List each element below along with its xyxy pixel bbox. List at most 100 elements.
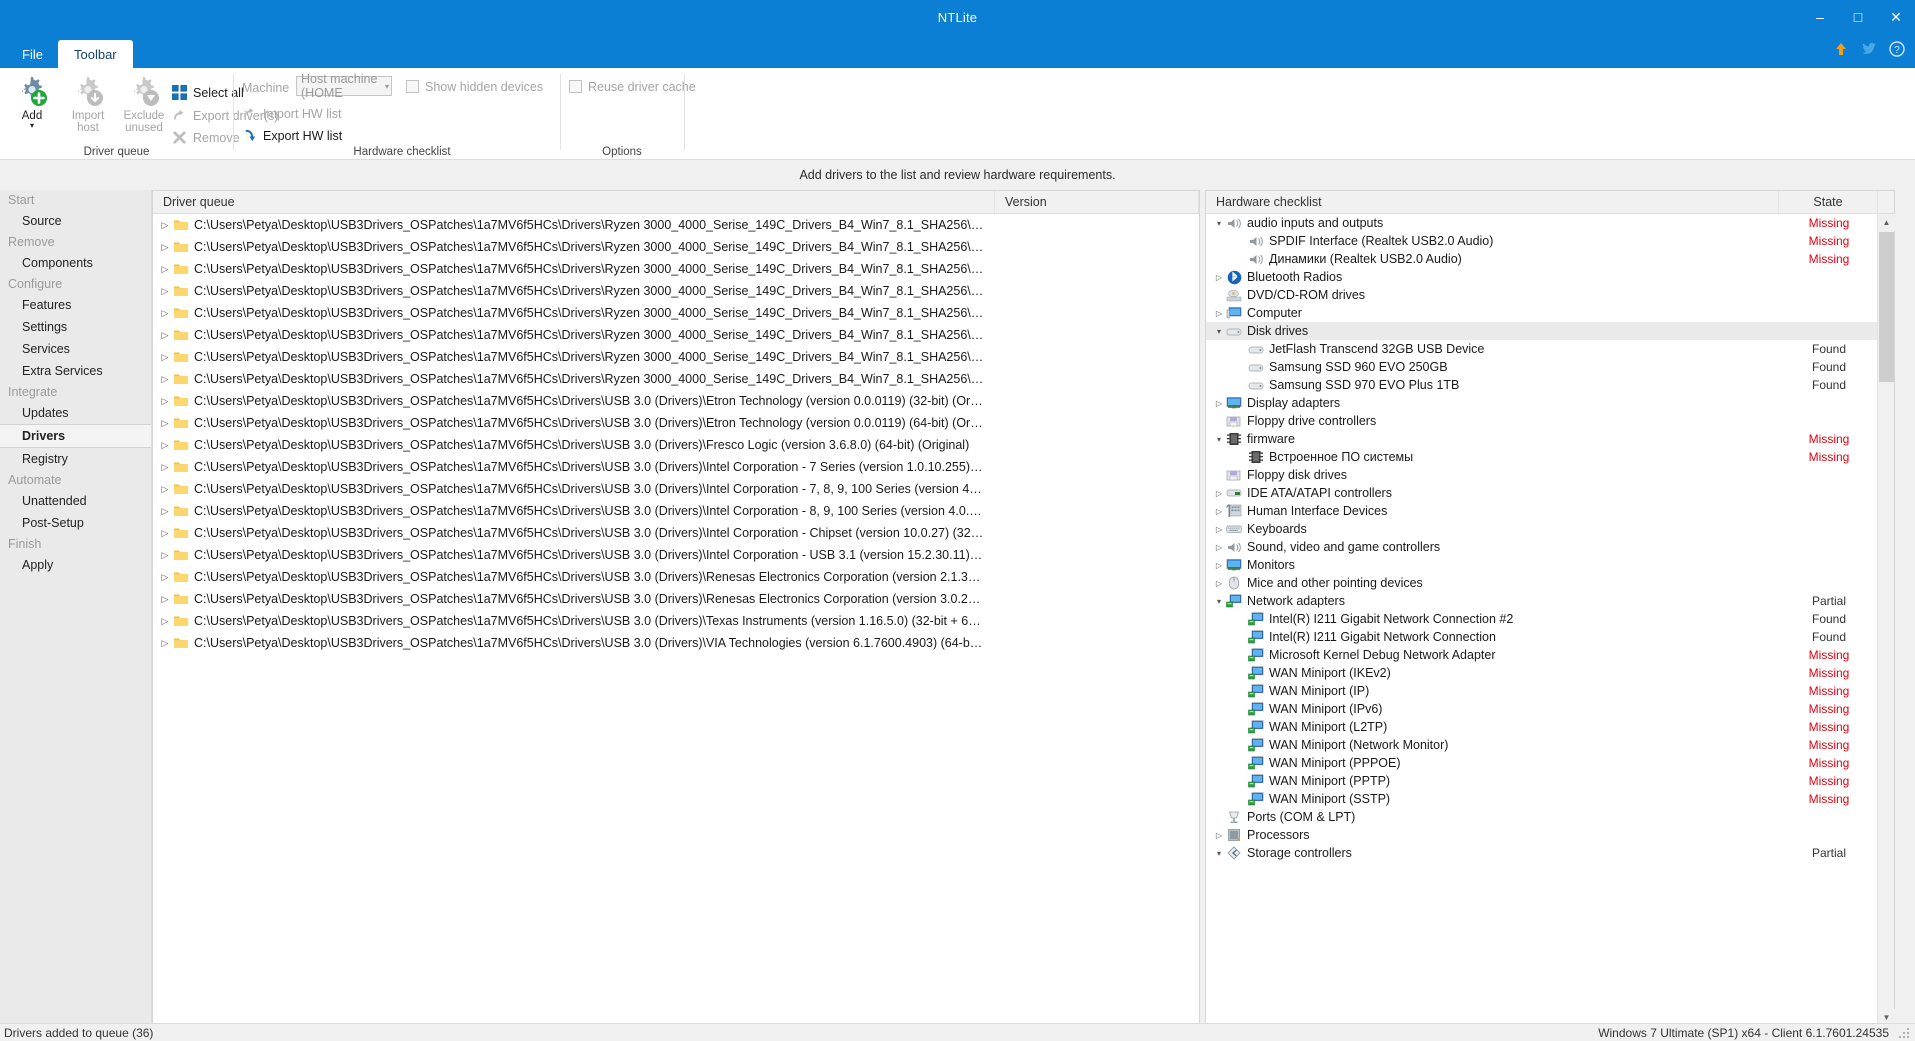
machine-combobox[interactable]: Host machine (HOME ▾ [296, 72, 392, 100]
expand-arrow-icon[interactable]: ▷ [157, 418, 173, 429]
hardware-row[interactable]: ▷ Computer [1206, 304, 1877, 322]
driver-queue-row[interactable]: ▷ C:\Users\Petya\Desktop\USB3Drivers_OSPa… [153, 566, 1199, 588]
driver-queue-row[interactable]: ▷ C:\Users\Petya\Desktop\USB3Drivers_OSPa… [153, 588, 1199, 610]
expand-arrow-icon[interactable]: ▷ [157, 220, 173, 231]
expand-arrow-icon[interactable]: ▷ [1212, 831, 1226, 840]
hardware-row[interactable]: ▷Intel(R) I211 Gigabit Network Connectio… [1206, 610, 1877, 628]
driver-queue-row[interactable]: ▷ C:\Users\Petya\Desktop\USB3Drivers_OSPa… [153, 544, 1199, 566]
expand-arrow-icon[interactable]: ▷ [157, 638, 173, 649]
hardware-row[interactable]: ▷ Mice and other pointing devices [1206, 574, 1877, 592]
expand-arrow-icon[interactable]: ▷ [1212, 579, 1226, 588]
hardware-row[interactable]: ▷JetFlash Transcend 32GB USB DeviceFound [1206, 340, 1877, 358]
hardware-row[interactable]: ▷WAN Miniport (Network Monitor)Missing [1206, 736, 1877, 754]
hardware-row[interactable]: ▾ Storage controllers Partial [1206, 844, 1877, 862]
minimize-button[interactable]: – [1801, 0, 1839, 34]
hardware-row[interactable]: ▷Динамики (Realtek USB2.0 Audio)Missing [1206, 250, 1877, 268]
hardware-row[interactable]: ▷ Human Interface Devices [1206, 502, 1877, 520]
hardware-row[interactable]: ▷Samsung SSD 960 EVO 250GBFound [1206, 358, 1877, 376]
hardware-row[interactable]: ▷ Sound, video and game controllers [1206, 538, 1877, 556]
expand-arrow-icon[interactable]: ▷ [157, 242, 173, 253]
sidebar-item-updates[interactable]: Updates [0, 402, 151, 424]
expand-arrow-icon[interactable]: ▷ [1212, 507, 1226, 516]
driver-queue-row[interactable]: ▷ C:\Users\Petya\Desktop\USB3Drivers_OSPa… [153, 522, 1199, 544]
expand-arrow-icon[interactable]: ▷ [1212, 561, 1226, 570]
hardware-scrollbar[interactable]: ▲ ▼ [1877, 214, 1895, 1026]
driver-queue-row[interactable]: ▷ C:\Users\Petya\Desktop\USB3Drivers_OSPa… [153, 500, 1199, 522]
driver-queue-row[interactable]: ▷ C:\Users\Petya\Desktop\USB3Drivers_OSPa… [153, 610, 1199, 632]
expand-arrow-icon[interactable]: ▷ [157, 528, 173, 539]
expand-arrow-icon[interactable]: ▷ [157, 572, 173, 583]
hardware-row[interactable]: ▷Ports (COM & LPT) [1206, 808, 1877, 826]
expand-arrow-icon[interactable]: ▷ [157, 550, 173, 561]
expand-arrow-icon[interactable]: ▷ [157, 484, 173, 495]
sidebar-item-services[interactable]: Services [0, 338, 151, 360]
column-hardware-checklist[interactable]: Hardware checklist [1206, 190, 1779, 214]
expand-arrow-icon[interactable]: ▷ [1212, 525, 1226, 534]
expand-arrow-icon[interactable]: ▷ [157, 506, 173, 517]
help-icon[interactable]: ? [1889, 41, 1905, 57]
collapse-arrow-icon[interactable]: ▾ [1212, 327, 1226, 336]
sidebar-item-post-setup[interactable]: Post-Setup [0, 512, 151, 534]
export-hw-list-button[interactable]: Export HW list [242, 125, 342, 146]
sidebar-item-features[interactable]: Features [0, 294, 151, 316]
add-dropdown-arrow[interactable]: ▾ [4, 122, 60, 130]
hardware-row[interactable]: ▷Samsung SSD 970 EVO Plus 1TBFound [1206, 376, 1877, 394]
expand-arrow-icon[interactable]: ▷ [1212, 399, 1226, 408]
hardware-row[interactable]: ▷ IDE ATA/ATAPI controllers [1206, 484, 1877, 502]
hardware-row[interactable]: ▷WAN Miniport (IPv6)Missing [1206, 700, 1877, 718]
hardware-row[interactable]: ▷Intel(R) I211 Gigabit Network Connectio… [1206, 628, 1877, 646]
hardware-row[interactable]: ▷WAN Miniport (PPTP)Missing [1206, 772, 1877, 790]
hardware-row[interactable]: ▷WAN Miniport (IP)Missing [1206, 682, 1877, 700]
expand-arrow-icon[interactable]: ▷ [157, 374, 173, 385]
sidebar-item-settings[interactable]: Settings [0, 316, 151, 338]
hardware-row[interactable]: ▷WAN Miniport (PPPOE)Missing [1206, 754, 1877, 772]
expand-arrow-icon[interactable]: ▷ [157, 264, 173, 275]
expand-arrow-icon[interactable]: ▷ [157, 462, 173, 473]
expand-arrow-icon[interactable]: ▷ [1212, 273, 1226, 282]
scroll-thumb[interactable] [1879, 232, 1894, 382]
expand-arrow-icon[interactable]: ▷ [157, 594, 173, 605]
scroll-up-button[interactable]: ▲ [1878, 214, 1895, 231]
hardware-row[interactable]: ▷Floppy drive controllers [1206, 412, 1877, 430]
driver-queue-row[interactable]: ▷ C:\Users\Petya\Desktop\USB3Drivers_OSPa… [153, 412, 1199, 434]
close-button[interactable]: ✕ [1877, 0, 1915, 34]
import-hw-list-button[interactable]: Import HW list [242, 103, 341, 124]
driver-queue-list[interactable]: ▷ C:\Users\Petya\Desktop\USB3Drivers_OSPa… [153, 214, 1199, 1026]
expand-arrow-icon[interactable]: ▷ [157, 352, 173, 363]
driver-queue-row[interactable]: ▷ C:\Users\Petya\Desktop\USB3Drivers_OSPa… [153, 632, 1199, 654]
driver-queue-row[interactable]: ▷ C:\Users\Petya\Desktop\USB3Drivers_OSPa… [153, 258, 1199, 280]
hardware-row[interactable]: ▷WAN Miniport (SSTP)Missing [1206, 790, 1877, 808]
driver-queue-row[interactable]: ▷ C:\Users\Petya\Desktop\USB3Drivers_OSPa… [153, 434, 1199, 456]
resize-grip-icon[interactable] [1897, 1026, 1911, 1040]
expand-arrow-icon[interactable]: ▷ [1212, 543, 1226, 552]
hardware-checklist-list[interactable]: ▾audio inputs and outputsMissing▷SPDIF I… [1206, 214, 1877, 1026]
hardware-row[interactable]: ▷ Bluetooth Radios [1206, 268, 1877, 286]
column-version[interactable]: Version [995, 190, 1199, 214]
expand-arrow-icon[interactable]: ▷ [157, 396, 173, 407]
upload-icon[interactable] [1833, 41, 1849, 57]
expand-arrow-icon[interactable]: ▷ [157, 286, 173, 297]
driver-queue-row[interactable]: ▷ C:\Users\Petya\Desktop\USB3Drivers_OSPa… [153, 368, 1199, 390]
driver-queue-row[interactable]: ▷ C:\Users\Petya\Desktop\USB3Drivers_OSPa… [153, 302, 1199, 324]
tab-toolbar[interactable]: Toolbar [58, 40, 133, 68]
hardware-row[interactable]: ▷Microsoft Kernel Debug Network AdapterM… [1206, 646, 1877, 664]
sidebar-item-unattended[interactable]: Unattended [0, 490, 151, 512]
driver-queue-row[interactable]: ▷ C:\Users\Petya\Desktop\USB3Drivers_OSPa… [153, 390, 1199, 412]
collapse-arrow-icon[interactable]: ▾ [1212, 849, 1226, 858]
maximize-button[interactable]: □ [1839, 0, 1877, 34]
hardware-row[interactable]: ▷ Processors [1206, 826, 1877, 844]
hardware-row[interactable]: ▷Floppy disk drives [1206, 466, 1877, 484]
show-hidden-devices-checkbox[interactable]: Show hidden devices [406, 76, 543, 97]
expand-arrow-icon[interactable]: ▷ [1212, 309, 1226, 318]
hardware-row[interactable]: ▷Встроенное ПО системыMissing [1206, 448, 1877, 466]
collapse-arrow-icon[interactable]: ▾ [1212, 219, 1226, 228]
hardware-row[interactable]: ▾ firmware Missing [1206, 430, 1877, 448]
tab-file[interactable]: File [6, 40, 59, 68]
hardware-row[interactable]: ▷WAN Miniport (IKEv2)Missing [1206, 664, 1877, 682]
hardware-row[interactable]: ▷WAN Miniport (L2TP)Missing [1206, 718, 1877, 736]
driver-queue-row[interactable]: ▷ C:\Users\Petya\Desktop\USB3Drivers_OSPa… [153, 478, 1199, 500]
expand-arrow-icon[interactable]: ▷ [157, 616, 173, 627]
sidebar-item-source[interactable]: Source [0, 210, 151, 232]
expand-arrow-icon[interactable]: ▷ [157, 308, 173, 319]
add-button[interactable]: Add ▾ [4, 74, 60, 130]
